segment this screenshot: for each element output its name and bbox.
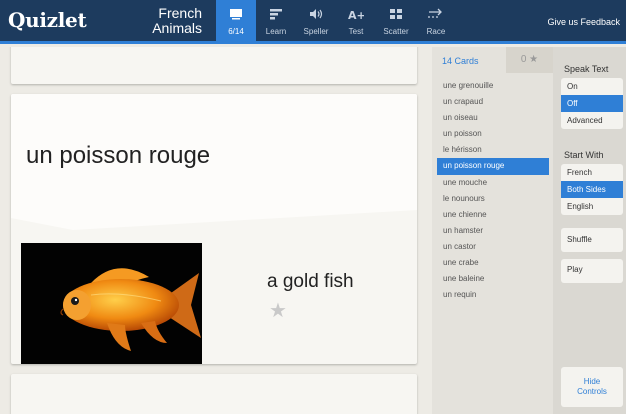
list-item[interactable]: une grenouille — [437, 78, 549, 94]
mode-test[interactable]: A+ Test — [336, 0, 376, 44]
word-list: une grenouille un crapaud un oiseau un p… — [437, 78, 549, 303]
set-title-line2: Animals — [152, 20, 202, 36]
hide-controls-line2: Controls — [577, 387, 607, 396]
mode-flashcards[interactable]: 6/14 — [216, 0, 256, 44]
list-item[interactable]: le nounours — [437, 191, 549, 207]
list-item[interactable]: le hérisson — [437, 142, 549, 158]
card-area: un poisson rouge a gold fish ★ — [0, 47, 432, 414]
mode-speller[interactable]: Speller — [296, 0, 336, 44]
word-list-panel: 14 Cards 0 ★ une grenouille un crapaud u… — [432, 47, 553, 414]
word-list-header: 14 Cards 0 ★ — [432, 47, 553, 73]
race-icon — [416, 7, 456, 21]
start-both-sides-option[interactable]: Both Sides — [561, 181, 623, 198]
mode-label: Scatter — [383, 27, 409, 36]
list-item[interactable]: un crapaud — [437, 94, 549, 110]
start-french-option[interactable]: French — [561, 164, 623, 181]
test-icon: A+ — [336, 7, 376, 21]
list-item[interactable]: un oiseau — [437, 110, 549, 126]
speaker-icon — [296, 7, 336, 21]
start-with-title: Start With — [564, 150, 604, 160]
mode-label: Learn — [265, 27, 287, 36]
mode-label: Race — [426, 27, 446, 36]
list-item[interactable]: un castor — [437, 239, 549, 255]
hide-controls-button[interactable]: Hide Controls — [561, 367, 623, 407]
start-with-options: French Both Sides English — [561, 164, 623, 215]
starred-filter[interactable]: 0 ★ — [506, 47, 553, 73]
list-item[interactable]: un hamster — [437, 223, 549, 239]
hide-controls-line1: Hide — [583, 377, 601, 386]
mode-label: 6/14 — [228, 27, 244, 36]
list-item[interactable]: une crabe — [437, 255, 549, 271]
mode-scatter[interactable]: Scatter — [376, 0, 416, 44]
speak-advanced-option[interactable]: Advanced — [561, 112, 623, 129]
learn-icon — [256, 7, 296, 21]
card-definition: a gold fish — [267, 271, 354, 292]
speak-text-title: Speak Text — [564, 64, 609, 74]
current-flashcard[interactable]: un poisson rouge a gold fish ★ — [11, 94, 417, 364]
set-title-line1: French — [158, 5, 202, 21]
cards-count[interactable]: 14 Cards — [442, 56, 479, 66]
mode-label: Test — [348, 27, 364, 36]
start-english-option[interactable]: English — [561, 198, 623, 215]
list-item[interactable]: une chienne — [437, 207, 549, 223]
list-item-active[interactable]: un poisson rouge — [437, 158, 549, 175]
quizlet-logo[interactable]: Quizlet — [8, 8, 87, 32]
star-icon[interactable]: ★ — [269, 298, 287, 323]
shuffle-button[interactable]: Shuffle — [561, 228, 623, 252]
study-modes: 6/14 Learn Speller A+ Test Scatter Race — [216, 0, 456, 44]
cards-icon — [216, 7, 256, 21]
next-card[interactable] — [11, 374, 417, 414]
previous-card[interactable] — [11, 47, 417, 84]
speak-text-options: On Off Advanced — [561, 78, 623, 129]
mode-learn[interactable]: Learn — [256, 0, 296, 44]
controls-panel: Speak Text On Off Advanced Start With Fr… — [553, 47, 626, 414]
play-button[interactable]: Play — [561, 259, 623, 283]
card-term: un poisson rouge — [26, 142, 211, 169]
list-item[interactable]: une baleine — [437, 271, 549, 287]
mode-race[interactable]: Race — [416, 0, 456, 44]
speak-on-option[interactable]: On — [561, 78, 623, 95]
set-title: French Animals — [140, 6, 202, 36]
goldfish-image — [21, 243, 202, 364]
list-item[interactable]: une mouche — [437, 175, 549, 191]
mode-label: Speller — [303, 27, 329, 36]
scatter-icon — [376, 7, 416, 21]
feedback-link[interactable]: Give us Feedback — [547, 17, 620, 27]
top-bar: Quizlet French Animals 6/14 Learn Spelle… — [0, 0, 626, 44]
svg-text:A+: A+ — [348, 9, 364, 20]
speak-off-option[interactable]: Off — [561, 95, 623, 112]
list-item[interactable]: un requin — [437, 287, 549, 303]
list-item[interactable]: un poisson — [437, 126, 549, 142]
